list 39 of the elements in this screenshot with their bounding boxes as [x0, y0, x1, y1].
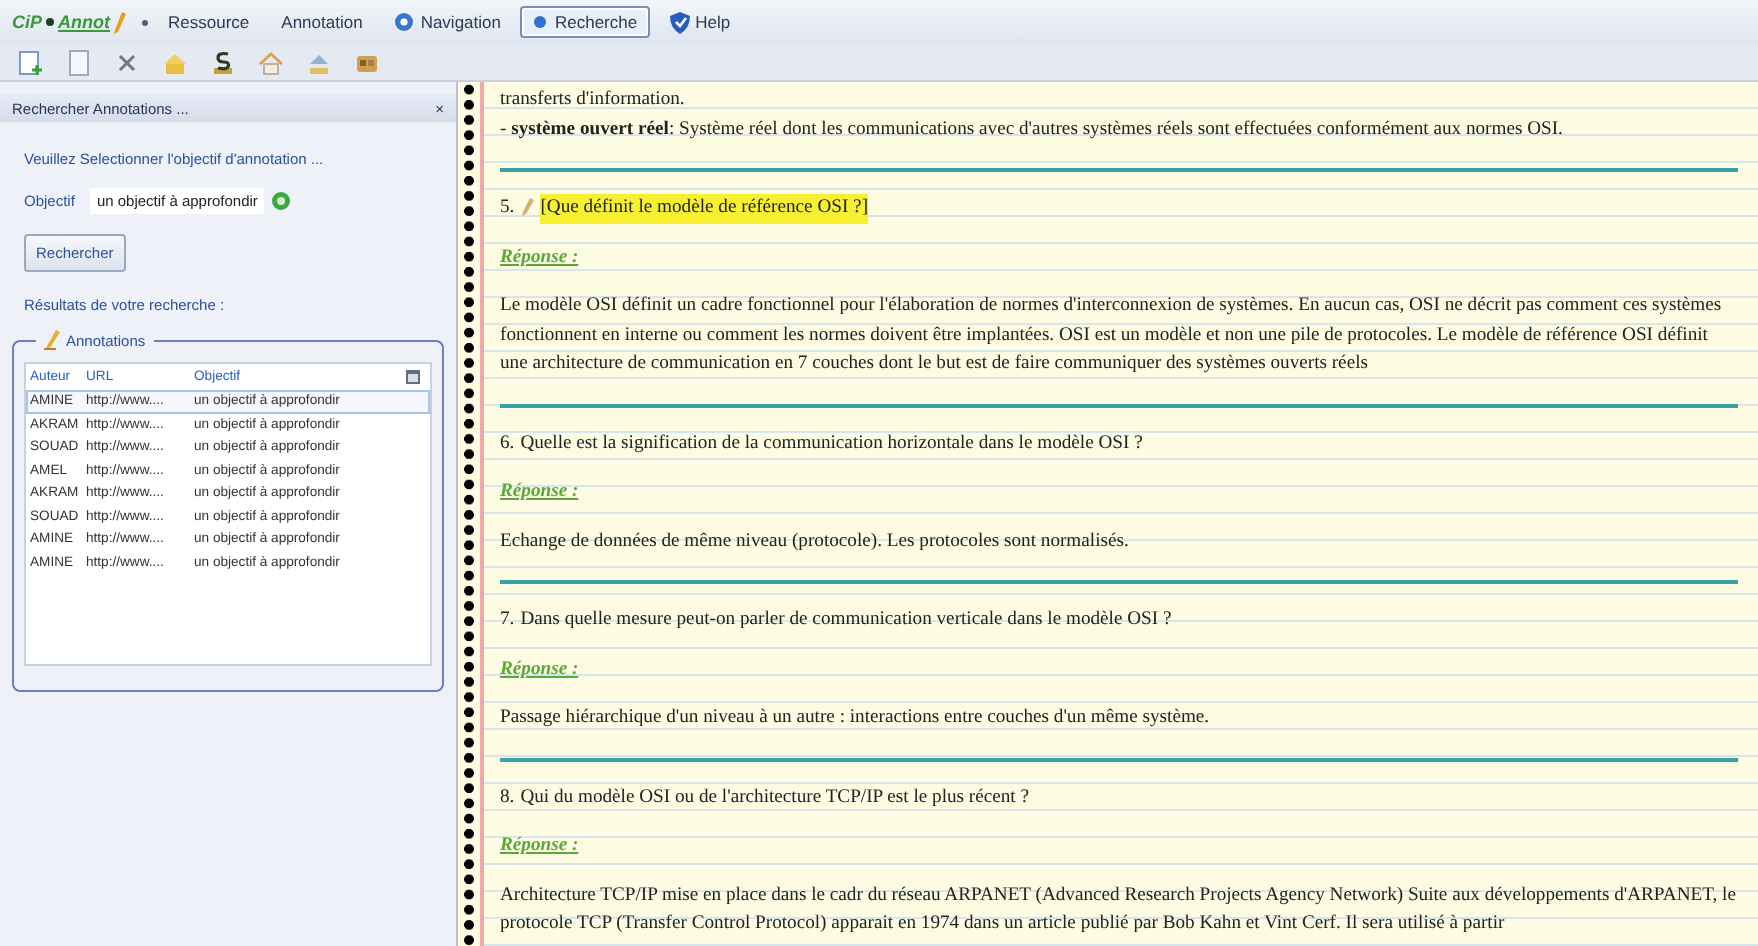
answer-text: Le modèle OSI définit un cadre fonctionnel pour l'élaboration de normes d'interconnexion de systèmes. En aucun cas, OSI ne décrit pas comment ces systèmes fonctionnent en interne ou comment les normes doivent être implantées. OSI est un modèle et non une pile de protocoles. Le modèle de référence OSI définit une architecture de communication en 7 couches dont le but est de faire communiquer des systèmes ouverts réels	[500, 292, 1724, 378]
logo-text: Annot	[58, 12, 111, 32]
dollar-icon[interactable]	[208, 47, 238, 77]
answer-text: Echange de données de même niveau (protocole). Les protocoles sont normalisés.	[500, 527, 1131, 555]
menu-item[interactable]: Annotation	[269, 6, 375, 38]
document-icon[interactable]	[64, 47, 94, 77]
compass-icon	[394, 12, 415, 32]
menu-item[interactable]: Recherche	[520, 6, 650, 38]
question-text: Quelle est la signification de la communication horizontale dans le modèle OSI ?	[520, 429, 1143, 457]
response-label: Réponse :	[500, 655, 579, 683]
paragraph: - système ouvert réel: Système réel dont les communications avec d'autres systèmes réels sont effectuées conformément aux normes OSI.	[500, 115, 1565, 143]
question-number: 6.	[500, 429, 515, 457]
bullet-icon	[142, 19, 149, 25]
home-icon[interactable]	[256, 47, 286, 77]
response-label: Réponse :	[500, 832, 579, 860]
column-chooser-icon[interactable]	[406, 370, 420, 384]
question-text: Dans quelle mesure peut-on parler de communication verticale dans le modèle OSI ?	[520, 606, 1172, 634]
add-document-icon[interactable]	[16, 47, 46, 77]
paragraph: transferts d'information.	[500, 86, 687, 114]
question-text: Qui du modèle OSI ou de l'architecture TCP/IP est le plus récent ?	[520, 783, 1030, 811]
question-number: 5.	[500, 194, 515, 222]
logo-text: CiP	[12, 12, 43, 32]
dot-icon	[532, 14, 549, 30]
shield-icon	[669, 11, 690, 33]
pencil-icon	[114, 11, 127, 33]
pencil-icon	[520, 198, 535, 219]
add-icon[interactable]	[271, 192, 290, 210]
answer-text: Passage hiérarchique d'un niveau à un autre : interactions entre couches d'un même système.	[500, 704, 1212, 732]
menu-item[interactable]: Navigation	[382, 6, 513, 38]
response-label: Réponse :	[500, 478, 579, 506]
answer-text: Architecture TCP/IP mise en place dans le cadr du réseau ARPANET (Advanced Research Projects Agency Network) Suite aux développements d'ARPANET, le protocole TCP (Transfer Control Protocol) apparait en 1974 dans un article publié par Bob Kahn et Vint Cerf. Il sera utilisé à partir	[500, 881, 1738, 938]
pencil-icon	[44, 330, 60, 350]
menu-item[interactable]: Help	[657, 5, 743, 39]
dot-icon	[46, 18, 55, 26]
menu-item[interactable]: Ressource	[156, 6, 262, 38]
question-number: 7.	[500, 606, 515, 634]
question-text: [Que définit le modèle de référence OSI ?]	[540, 194, 869, 223]
question-number: 8.	[500, 783, 515, 811]
response-label: Réponse :	[500, 243, 579, 271]
